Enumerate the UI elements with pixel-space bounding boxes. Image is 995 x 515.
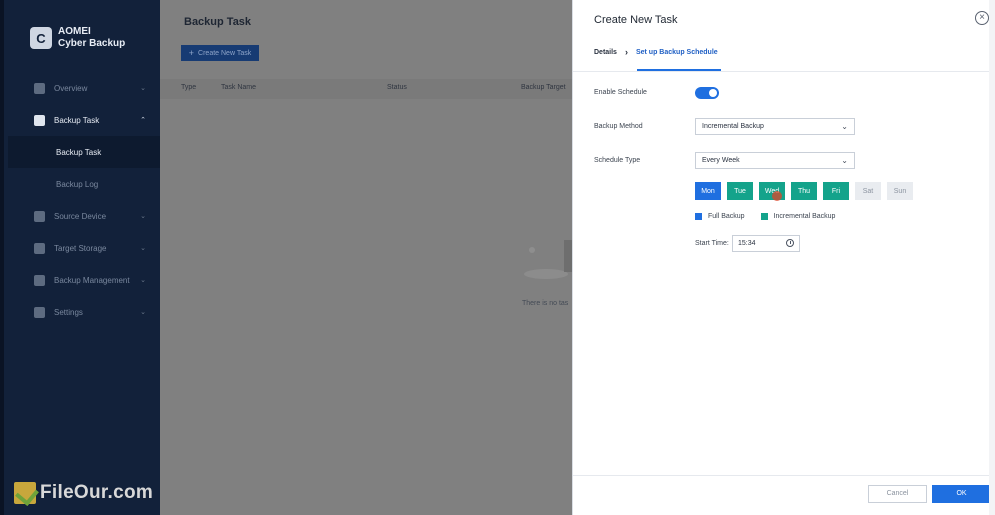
chevron-down-icon: ⌄ bbox=[140, 213, 146, 220]
location-pin-icon bbox=[34, 242, 45, 254]
sidebar-subitem-backup-task[interactable]: Backup Task bbox=[8, 136, 160, 168]
main-content: Backup Task + Create New Task Type Task … bbox=[160, 0, 572, 515]
sidebar-item-label: Target Storage bbox=[54, 243, 107, 253]
footer-divider bbox=[573, 475, 995, 476]
sidebar-item-label: Source Device bbox=[54, 211, 107, 221]
schedule-type-value: Every Week bbox=[702, 157, 740, 164]
sidebar-item-label: Backup Management bbox=[54, 275, 130, 285]
overview-icon bbox=[34, 82, 45, 94]
logo-icon: C bbox=[30, 27, 52, 49]
chevron-down-icon: ⌄ bbox=[140, 277, 146, 284]
day-tue-button[interactable]: Tue bbox=[727, 182, 753, 200]
watermark: FileOur.com bbox=[14, 482, 153, 504]
monitor-icon bbox=[34, 210, 45, 222]
enable-schedule-label: Enable Schedule bbox=[594, 89, 647, 96]
backup-method-label: Backup Method bbox=[594, 123, 643, 130]
panel-title: Create New Task bbox=[594, 14, 678, 26]
weekday-selector: Mon Tue Wed Thu Fri Sat Sun bbox=[695, 182, 919, 200]
scrollbar[interactable] bbox=[989, 0, 995, 515]
sidebar-item-backup-management[interactable]: Backup Management ⌄ bbox=[8, 264, 160, 296]
chevron-right-icon: › bbox=[624, 47, 628, 57]
day-sat-button[interactable]: Sat bbox=[855, 182, 881, 200]
schedule-type-select[interactable]: Every Week ⌄ bbox=[695, 152, 855, 169]
column-header-type: Type bbox=[181, 84, 197, 91]
create-task-panel: Create New Task × Details › Set up Backu… bbox=[572, 0, 995, 515]
watermark-logo-icon bbox=[14, 482, 36, 504]
chevron-down-icon: ⌄ bbox=[841, 156, 848, 165]
sidebar-item-target-storage[interactable]: Target Storage ⌄ bbox=[8, 232, 160, 264]
divider bbox=[573, 71, 995, 72]
chevron-down-icon: ⌄ bbox=[140, 245, 146, 252]
column-header-task-name: Task Name bbox=[221, 84, 257, 91]
sidebar-item-label: Backup Task bbox=[56, 147, 102, 157]
empty-state-illustration bbox=[524, 240, 572, 279]
incremental-backup-swatch bbox=[760, 213, 768, 220]
page-title: Backup Task bbox=[184, 16, 252, 28]
sidebar-nav: Overview ⌄ Backup Task ⌃ Backup Task Bac… bbox=[8, 72, 160, 328]
start-time-value: 15:34 bbox=[738, 240, 756, 247]
backup-method-value: Incremental Backup bbox=[702, 123, 764, 130]
day-sun-button[interactable]: Sun bbox=[887, 182, 913, 200]
table-header: Type Task Name Status Backup Target bbox=[160, 79, 572, 99]
sidebar-item-label: Backup Task bbox=[54, 115, 100, 125]
cancel-button[interactable]: Cancel bbox=[868, 485, 927, 503]
column-header-backup-target: Backup Target bbox=[521, 84, 566, 91]
step-breadcrumb: Details › Set up Backup Schedule bbox=[594, 47, 718, 57]
chevron-up-icon: ⌃ bbox=[140, 117, 146, 124]
watermark-text: FileOur.com bbox=[40, 482, 154, 503]
step-details[interactable]: Details bbox=[594, 49, 617, 56]
full-backup-swatch bbox=[695, 213, 702, 220]
legend-incremental-label: Incremental Backup bbox=[773, 213, 836, 220]
sidebar-item-settings[interactable]: Settings ⌄ bbox=[8, 296, 160, 328]
sidebar-item-overview[interactable]: Overview ⌄ bbox=[8, 72, 160, 104]
day-mon-button[interactable]: Mon bbox=[695, 182, 721, 200]
plus-icon: + bbox=[188, 48, 195, 58]
legend-full-label: Full Backup bbox=[708, 213, 745, 220]
sidebar-subitem-backup-log[interactable]: Backup Log bbox=[8, 168, 160, 200]
logo-line1: AOMEI bbox=[58, 26, 91, 37]
day-fri-button[interactable]: Fri bbox=[823, 182, 849, 200]
sidebar-item-source-device[interactable]: Source Device ⌄ bbox=[8, 200, 160, 232]
clipboard-icon bbox=[34, 114, 45, 126]
mouse-cursor-highlight bbox=[772, 191, 782, 201]
day-thu-button[interactable]: Thu bbox=[791, 182, 817, 200]
clock-icon[interactable] bbox=[786, 239, 794, 247]
backup-method-select[interactable]: Incremental Backup ⌄ bbox=[695, 118, 855, 135]
chevron-down-icon: ⌄ bbox=[140, 309, 146, 316]
schedule-type-label: Schedule Type bbox=[594, 157, 641, 164]
app-logo: C AOMEI Cyber Backup bbox=[30, 26, 125, 50]
enable-schedule-toggle[interactable] bbox=[695, 87, 719, 99]
layers-icon bbox=[34, 274, 45, 286]
chevron-down-icon: ⌄ bbox=[140, 85, 146, 92]
gear-icon bbox=[34, 306, 45, 318]
step-schedule[interactable]: Set up Backup Schedule bbox=[636, 49, 718, 56]
chevron-down-icon: ⌄ bbox=[841, 122, 848, 131]
logo-line2: Cyber Backup bbox=[58, 38, 126, 49]
create-new-task-button[interactable]: + Create New Task bbox=[181, 45, 259, 61]
backup-type-legend: Full Backup Incremental Backup bbox=[695, 213, 835, 220]
column-header-status: Status bbox=[387, 84, 407, 91]
toggle-knob bbox=[709, 89, 717, 97]
sidebar-item-backup-task[interactable]: Backup Task ⌃ bbox=[8, 104, 160, 136]
logo-text: AOMEI Cyber Backup bbox=[58, 26, 125, 50]
empty-state-text: There is no tas bbox=[522, 300, 569, 307]
sidebar-item-label: Backup Log bbox=[56, 179, 99, 189]
ok-button[interactable]: OK bbox=[932, 485, 991, 503]
start-time-input[interactable]: 15:34 bbox=[732, 235, 800, 252]
sidebar-item-label: Settings bbox=[54, 307, 83, 317]
create-new-task-label: Create New Task bbox=[198, 49, 252, 57]
start-time-label: Start Time: bbox=[695, 240, 729, 247]
close-icon[interactable]: × bbox=[975, 11, 989, 25]
sidebar-item-label: Overview bbox=[54, 83, 88, 93]
sidebar: C AOMEI Cyber Backup Overview ⌄ Backup T… bbox=[0, 0, 160, 515]
